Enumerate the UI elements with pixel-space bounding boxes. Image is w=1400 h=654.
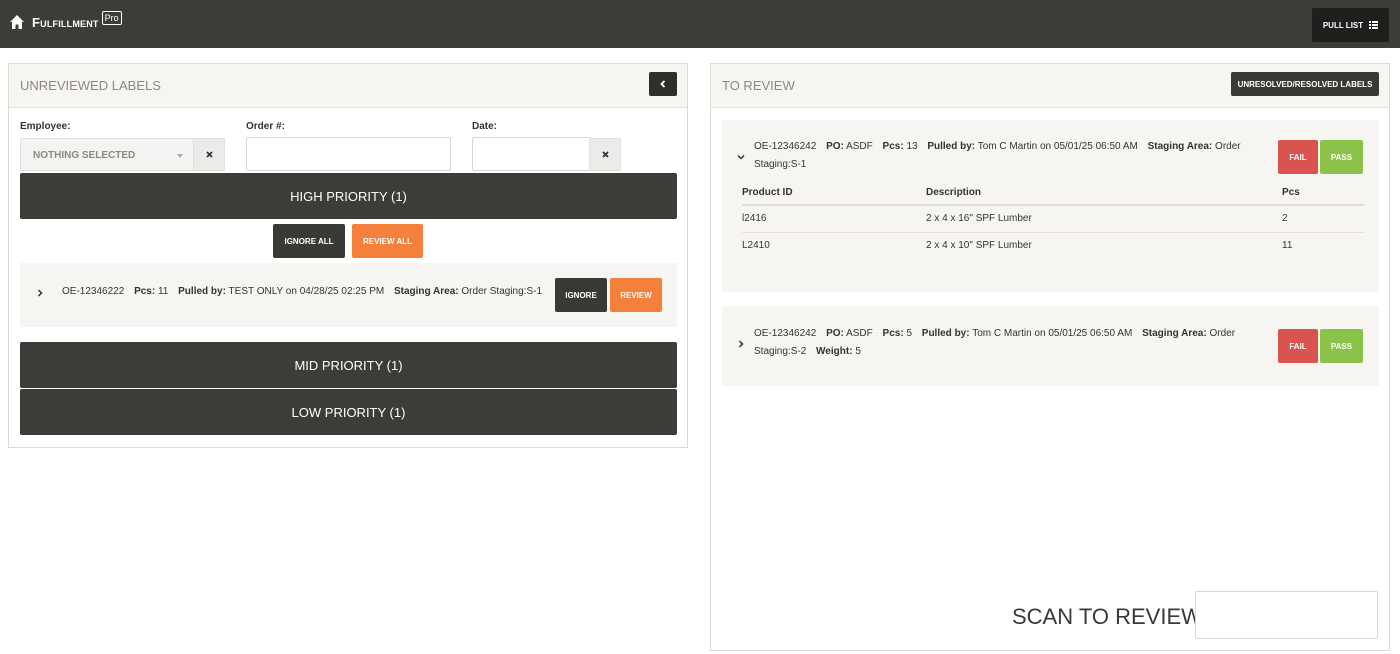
ignore-button[interactable]: IGNORE <box>555 278 607 312</box>
table-header: Product ID Description Pcs <box>742 182 1364 206</box>
close-icon <box>601 151 609 158</box>
header-product-id: Product ID <box>742 187 793 198</box>
order-input[interactable] <box>246 137 451 171</box>
cell-description: 2 x 4 x 10" SPF Lumber <box>926 240 1032 251</box>
staging-area-value-cont: Staging:S-1 <box>754 159 807 170</box>
order-number: OE-12346222 <box>62 286 125 297</box>
staging-area-value: Order <box>1215 141 1241 152</box>
mid-priority-label: MID PRIORITY (1) <box>294 357 403 373</box>
table-row: l2416 2 x 4 x 16" SPF Lumber 2 <box>742 206 1364 233</box>
fail-button[interactable]: FAIL <box>1278 329 1318 363</box>
chevron-left-icon <box>660 80 666 88</box>
pcs-label: Pcs: <box>882 141 904 152</box>
low-priority-bar[interactable]: LOW PRIORITY (1) <box>20 389 677 435</box>
weight-label: Weight: <box>816 346 853 357</box>
cell-description: 2 x 4 x 16" SPF Lumber <box>926 213 1032 224</box>
review-summary: OE-12346242 PO: ASDF Pcs: 5 Pulled by: T… <box>754 325 1264 361</box>
to-review-header: TO REVIEW UNRESOLVED/RESOLVED LABELS <box>711 64 1389 108</box>
order-number: OE-12346242 <box>754 328 817 339</box>
pro-badge: Pro <box>101 11 122 25</box>
chevron-right-icon[interactable] <box>36 289 44 297</box>
high-priority-bar[interactable]: HIGH PRIORITY (1) <box>20 173 677 219</box>
ignore-all-button[interactable]: IGNORE ALL <box>273 224 345 258</box>
po-value: ASDF <box>846 328 873 339</box>
staging-area-label: Staging Area: <box>1142 328 1207 339</box>
pull-list-button[interactable]: PULL LIST <box>1312 8 1389 42</box>
review-summary: OE-12346242 PO: ASDF Pcs: 13 Pulled by: … <box>754 138 1264 174</box>
mid-priority-bar[interactable]: MID PRIORITY (1) <box>20 342 677 388</box>
review-item: OE-12346242 PO: ASDF Pcs: 5 Pulled by: T… <box>722 306 1379 386</box>
po-value: ASDF <box>846 141 873 152</box>
list-item: OE-12346222 Pcs: 11 Pulled by: TEST ONLY… <box>20 263 677 327</box>
pulled-by-label: Pulled by: <box>927 141 976 152</box>
staging-area-value: Order Staging:S-1 <box>461 286 543 297</box>
top-bar: Fulfillment Pro PULL LIST <box>0 0 1400 48</box>
list-icon <box>1369 21 1379 29</box>
home-icon[interactable] <box>9 14 25 30</box>
to-review-panel: TO REVIEW UNRESOLVED/RESOLVED LABELS OE-… <box>710 63 1390 651</box>
date-label: Date: <box>472 121 498 132</box>
order-number: OE-12346242 <box>754 141 817 152</box>
review-button[interactable]: REVIEW <box>610 278 662 312</box>
cell-pcs: 2 <box>1282 213 1288 224</box>
staging-area-label: Staging Area: <box>1147 141 1213 152</box>
pcs-value: 13 <box>906 141 918 152</box>
pulled-by-value: Tom C Martin on 05/01/25 06:50 AM <box>977 141 1138 152</box>
scan-to-review-label: SCAN TO REVIEW: <box>1012 604 1208 629</box>
unreviewed-header: UNREVIEWED LABELS <box>9 64 687 108</box>
review-item: OE-12346242 PO: ASDF Pcs: 13 Pulled by: … <box>722 120 1379 292</box>
app-name: Fulfillment <box>32 14 99 30</box>
weight-value: 5 <box>855 346 861 357</box>
date-input[interactable] <box>472 137 591 171</box>
label-summary: OE-12346222 Pcs: 11 Pulled by: TEST ONLY… <box>62 283 542 301</box>
pulled-by-label: Pulled by: <box>921 328 970 339</box>
date-clear-button[interactable] <box>589 138 621 171</box>
unreviewed-title: UNREVIEWED LABELS <box>20 78 161 93</box>
staging-area-label: Staging Area: <box>393 286 459 297</box>
po-label: PO: <box>826 328 844 339</box>
header-description: Description <box>926 187 982 198</box>
brand[interactable]: Fulfillment Pro <box>9 11 122 30</box>
scan-input[interactable] <box>1195 591 1378 639</box>
pass-button[interactable]: PASS <box>1320 329 1363 363</box>
pulled-by-value: Tom C Martin on 05/01/25 06:50 AM <box>972 328 1133 339</box>
collapse-button[interactable] <box>649 72 677 96</box>
pcs-label: Pcs: <box>882 328 904 339</box>
table-row: L2410 2 x 4 x 10" SPF Lumber 11 <box>742 233 1364 260</box>
pull-list-label: PULL LIST <box>1322 20 1364 30</box>
staging-area-value-cont: Staging:S-2 <box>754 346 807 357</box>
pulled-by-value: TEST ONLY on 04/28/25 02:25 PM <box>228 286 385 297</box>
high-priority-label: HIGH PRIORITY (1) <box>290 188 407 204</box>
chevron-right-icon[interactable] <box>737 340 745 348</box>
pcs-label: Pcs: <box>134 286 156 297</box>
cell-pcs: 11 <box>1282 240 1293 251</box>
cell-product-id: l2416 <box>742 213 767 224</box>
cell-product-id: L2410 <box>742 240 770 251</box>
po-label: PO: <box>826 141 844 152</box>
close-icon <box>205 151 213 158</box>
to-review-title: TO REVIEW <box>722 78 795 93</box>
employee-select[interactable]: NOTHING SELECTED <box>20 138 194 171</box>
fail-button[interactable]: FAIL <box>1278 140 1318 174</box>
pcs-value: 11 <box>157 286 169 297</box>
employee-clear-button[interactable] <box>193 138 225 171</box>
employee-select-value: NOTHING SELECTED <box>33 150 136 161</box>
caret-down-icon <box>177 154 183 158</box>
unreviewed-labels-panel: UNREVIEWED LABELS Employee: Order #: Dat… <box>8 63 688 448</box>
pulled-by-label: Pulled by: <box>178 286 226 297</box>
unresolved-resolved-labels-button[interactable]: UNRESOLVED/RESOLVED LABELS <box>1231 72 1379 96</box>
employee-label: Employee: <box>20 121 71 132</box>
staging-area-value: Order <box>1209 328 1236 339</box>
header-pcs: Pcs <box>1282 187 1300 198</box>
low-priority-label: LOW PRIORITY (1) <box>291 404 406 420</box>
product-table: Product ID Description Pcs l2416 2 x 4 x… <box>742 182 1364 260</box>
pass-button[interactable]: PASS <box>1320 140 1363 174</box>
chevron-down-icon[interactable] <box>737 153 745 161</box>
pcs-value: 5 <box>906 328 912 339</box>
review-all-button[interactable]: REVIEW ALL <box>352 224 423 258</box>
order-label: Order #: <box>246 121 285 132</box>
